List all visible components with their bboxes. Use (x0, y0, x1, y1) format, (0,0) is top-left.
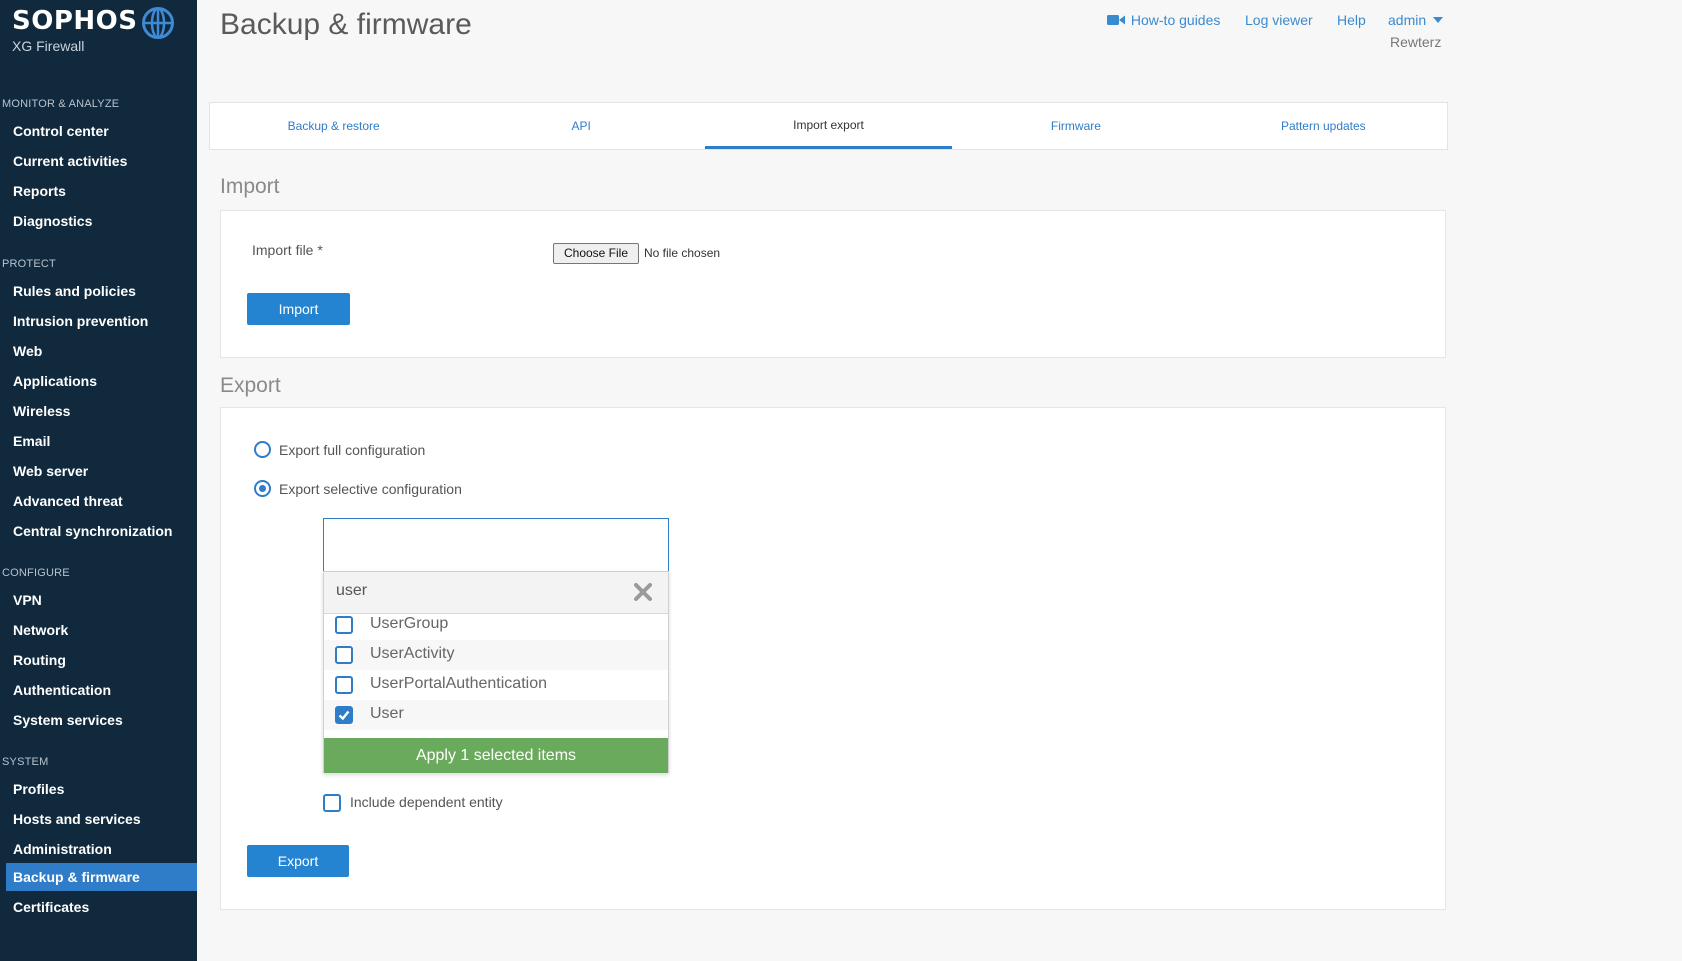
tab-backup-restore[interactable]: Backup & restore (210, 103, 457, 149)
useractivity-checkbox[interactable] (335, 646, 353, 664)
tab-firmware[interactable]: Firmware (952, 103, 1199, 149)
option-label: UserPortalAuthentication (370, 675, 547, 692)
sidebar-item-vpn[interactable]: VPN (13, 592, 42, 608)
log-viewer-link[interactable]: Log viewer (1245, 12, 1313, 28)
sidebar-item-web-server[interactable]: Web server (13, 463, 88, 479)
sidebar-item-profiles[interactable]: Profiles (13, 781, 64, 797)
sidebar-item-control-center[interactable]: Control center (13, 123, 109, 139)
sidebar-item-hosts-and-services[interactable]: Hosts and services (13, 811, 141, 827)
current-user: Rewterz (1390, 34, 1442, 50)
dropdown-search[interactable]: user (324, 572, 668, 614)
sidebar-item-web[interactable]: Web (13, 343, 42, 359)
tab-import-export[interactable]: Import export (704, 103, 953, 149)
sidebar-item-system-services[interactable]: System services (13, 712, 123, 728)
sidebar-item-email[interactable]: Email (13, 433, 50, 449)
sidebar-item-applications[interactable]: Applications (13, 373, 97, 389)
sidebar-item-certificates[interactable]: Certificates (13, 899, 89, 915)
nav-section-protect: PROTECT (2, 258, 56, 270)
sidebar-item-rules-and-policies[interactable]: Rules and policies (13, 283, 136, 299)
sidebar: SOPHOS XG Firewall MONITOR & ANALYZE Con… (0, 0, 197, 961)
nav-section-configure: CONFIGURE (2, 567, 70, 579)
option-label: UserActivity (370, 645, 455, 662)
dropdown-option-useractivity[interactable]: UserActivity (324, 640, 668, 670)
usergroup-checkbox[interactable] (335, 616, 353, 634)
brand[interactable]: SOPHOS XG Firewall (12, 6, 137, 54)
howto-guides-link[interactable]: How-to guides (1107, 12, 1220, 28)
sidebar-item-wireless[interactable]: Wireless (13, 403, 70, 419)
option-label: User (370, 705, 404, 722)
apply-selected-button[interactable]: Apply 1 selected items (324, 738, 668, 773)
brand-product: XG Firewall (12, 38, 85, 54)
sidebar-item-network[interactable]: Network (13, 622, 68, 638)
sidebar-item-reports[interactable]: Reports (13, 183, 66, 199)
export-section-title: Export (220, 374, 281, 397)
tab-bar: Backup & restore API Import export Firmw… (209, 102, 1448, 150)
choose-file-button[interactable]: Choose File (553, 243, 639, 264)
import-section-title: Import (220, 175, 280, 198)
sidebar-item-intrusion-prevention[interactable]: Intrusion prevention (13, 313, 148, 329)
export-full-radio[interactable] (254, 441, 271, 458)
sidebar-item-diagnostics[interactable]: Diagnostics (13, 213, 92, 229)
import-button[interactable]: Import (247, 293, 350, 325)
tab-api[interactable]: API (457, 103, 704, 149)
checkmark-icon (338, 710, 350, 721)
export-full-label: Export full configuration (279, 442, 426, 458)
user-checkbox[interactable] (335, 706, 353, 724)
option-label: UserGroup (370, 615, 449, 632)
page-title: Backup & firmware (220, 8, 472, 41)
import-file-label: Import file * (252, 242, 323, 258)
howto-guides-label: How-to guides (1130, 12, 1221, 28)
sidebar-item-backup-firmware[interactable]: Backup & firmware (6, 863, 197, 891)
caret-down-icon (1433, 17, 1444, 23)
sidebar-item-current-activities[interactable]: Current activities (13, 153, 127, 169)
admin-label: admin (1388, 12, 1427, 28)
tab-pattern-updates[interactable]: Pattern updates (1200, 103, 1447, 149)
dropdown-option-usergroup[interactable]: UserGroup (324, 610, 668, 640)
userportalauthentication-checkbox[interactable] (335, 676, 353, 694)
import-panel (220, 210, 1446, 358)
no-file-chosen-text: No file chosen (644, 246, 721, 260)
sidebar-item-authentication[interactable]: Authentication (13, 682, 111, 698)
export-selective-radio[interactable] (254, 480, 271, 497)
video-camera-icon (1107, 15, 1125, 25)
export-button[interactable]: Export (247, 845, 349, 877)
dropdown-option-user[interactable]: User (324, 700, 668, 730)
help-link[interactable]: Help (1337, 12, 1366, 28)
sidebar-item-central-synchronization[interactable]: Central synchronization (13, 523, 172, 539)
sidebar-item-routing[interactable]: Routing (13, 652, 66, 668)
brand-name: SOPHOS (12, 6, 138, 36)
include-dependent-checkbox[interactable] (323, 794, 341, 812)
dropdown-search-value: user (336, 582, 368, 599)
clear-search-icon[interactable] (632, 581, 654, 603)
sidebar-item-administration[interactable]: Administration (13, 841, 112, 857)
admin-menu[interactable]: admin (1388, 12, 1444, 28)
include-dependent-label: Include dependent entity (350, 794, 503, 810)
nav-section-system: SYSTEM (2, 756, 49, 768)
selective-config-dropdown: user UserGroup UserActivity UserPortalAu… (323, 571, 669, 773)
selective-config-select[interactable] (323, 518, 669, 572)
export-selective-label: Export selective configuration (279, 481, 462, 497)
dropdown-option-userportalauthentication[interactable]: UserPortalAuthentication (324, 670, 668, 700)
globe-logo-icon (142, 7, 174, 39)
sidebar-item-advanced-threat[interactable]: Advanced threat (13, 493, 123, 509)
nav-section-monitor: MONITOR & ANALYZE (2, 98, 120, 110)
